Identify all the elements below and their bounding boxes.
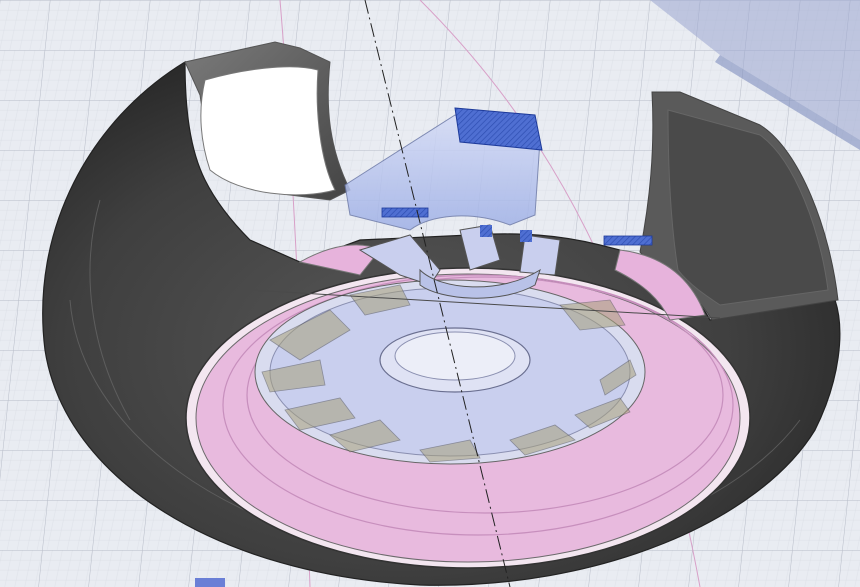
model-scene[interactable]: [0, 0, 860, 587]
spoke-cut-face: [480, 225, 492, 237]
spoke-cut-face: [520, 230, 532, 242]
3d-viewport[interactable]: [0, 0, 860, 587]
mount-tab-right[interactable]: [603, 235, 653, 246]
mount-tab-left[interactable]: [381, 207, 429, 218]
tire-cutout-window: [200, 66, 336, 196]
section-plane-icon[interactable]: [195, 578, 225, 587]
